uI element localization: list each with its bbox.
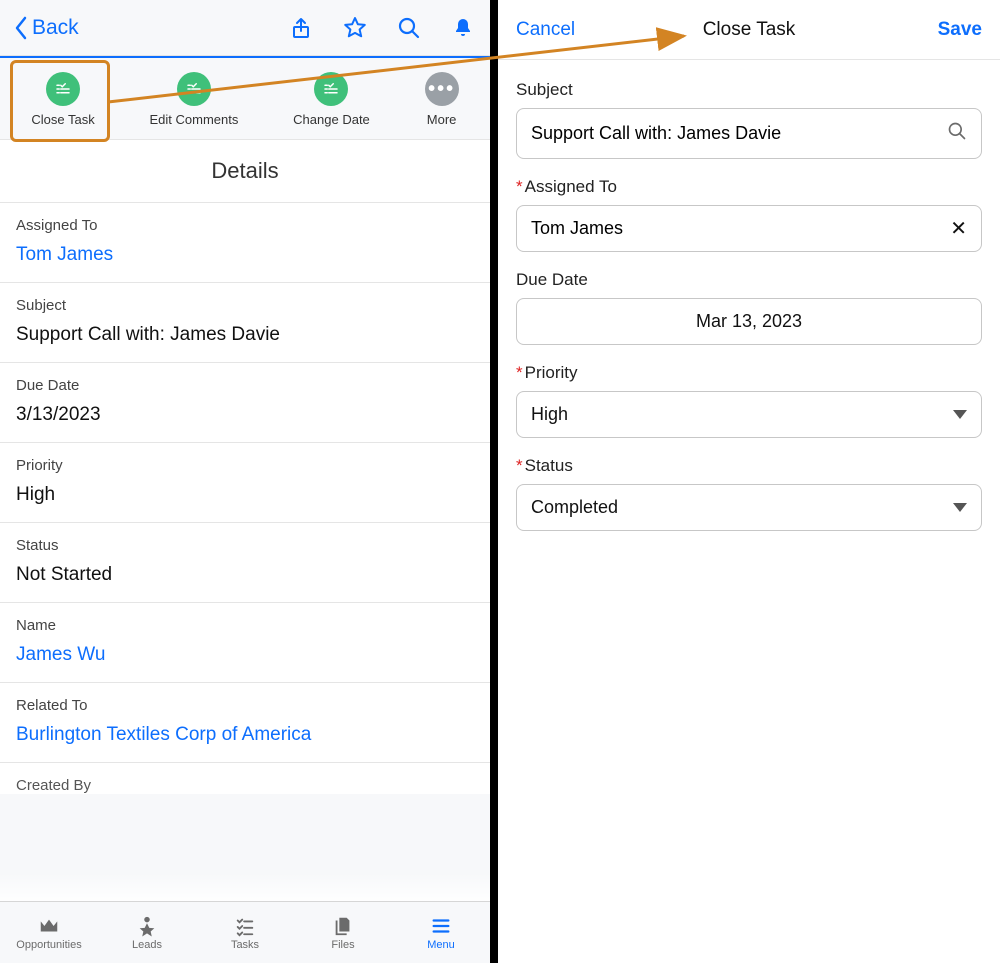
task-check-icon	[46, 72, 80, 106]
assigned-input[interactable]	[531, 218, 950, 239]
form-label: Due Date	[516, 270, 982, 290]
more-dots-icon: •••	[425, 72, 459, 106]
cancel-button[interactable]: Cancel	[516, 19, 575, 41]
back-label: Back	[32, 16, 79, 40]
field-name: Name James Wu	[0, 603, 490, 683]
fade-overlay	[0, 873, 490, 903]
field-created-by-cutoff: Created By	[0, 763, 490, 794]
form-label: Subject	[516, 80, 982, 100]
form-label: *Priority	[516, 363, 982, 383]
subject-input[interactable]	[531, 123, 947, 144]
task-check-icon	[314, 72, 348, 106]
assigned-lookup[interactable]: ✕	[516, 205, 982, 252]
action-close-task[interactable]: Close Task	[31, 72, 94, 127]
due-date-value: Mar 13, 2023	[696, 311, 802, 332]
save-button[interactable]: Save	[938, 19, 982, 41]
crown-icon	[37, 915, 61, 937]
action-label: Edit Comments	[150, 112, 239, 127]
back-button[interactable]: Back	[14, 16, 79, 40]
search-icon[interactable]	[396, 15, 422, 41]
field-label: Related To	[16, 697, 474, 714]
form-group-subject: Subject	[516, 80, 982, 159]
subject-lookup[interactable]	[516, 108, 982, 159]
tab-label: Leads	[132, 939, 162, 951]
action-label: Close Task	[31, 112, 94, 127]
menu-icon	[429, 915, 453, 937]
priority-value: High	[531, 404, 568, 425]
field-due-date: Due Date 3/13/2023	[0, 363, 490, 443]
clear-icon[interactable]: ✕	[950, 219, 967, 239]
close-task-form: Subject *Assigned To ✕ Due Date Mar 13, …	[498, 60, 1000, 551]
action-edit-comments[interactable]: Edit Comments	[150, 72, 239, 127]
field-value-link[interactable]: Burlington Textiles Corp of America	[16, 724, 474, 746]
nav-icons	[288, 15, 476, 41]
form-label: *Assigned To	[516, 177, 982, 197]
field-label: Subject	[16, 297, 474, 314]
field-status: Status Not Started	[0, 523, 490, 603]
field-priority: Priority High	[0, 443, 490, 523]
field-subject: Subject Support Call with: James Davie	[0, 283, 490, 363]
checklist-icon	[233, 915, 257, 937]
tab-label: Opportunities	[16, 939, 81, 951]
field-related-to: Related To Burlington Textiles Corp of A…	[0, 683, 490, 763]
actions-row: Close Task Edit Comments Change Date •••…	[0, 56, 490, 140]
tab-tasks[interactable]: Tasks	[196, 902, 294, 963]
field-label: Status	[16, 537, 474, 554]
details-panel: Back Close Task	[0, 0, 490, 963]
chevron-down-icon	[953, 410, 967, 419]
panel-divider	[490, 0, 498, 963]
field-value-link[interactable]: James Wu	[16, 644, 474, 666]
nav-header: Back	[0, 0, 490, 56]
tab-leads[interactable]: Leads	[98, 902, 196, 963]
form-group-assigned: *Assigned To ✕	[516, 177, 982, 252]
tab-label: Files	[331, 939, 354, 951]
section-title: Details	[0, 140, 490, 203]
edit-panel: Cancel Close Task Save Subject *Assigned…	[498, 0, 1000, 963]
field-label: Assigned To	[16, 217, 474, 234]
priority-select[interactable]: High	[516, 391, 982, 438]
field-value: Support Call with: James Davie	[16, 324, 474, 346]
bell-icon[interactable]	[450, 15, 476, 41]
tab-opportunities[interactable]: Opportunities	[0, 902, 98, 963]
chevron-left-icon	[14, 16, 28, 40]
form-label: *Status	[516, 456, 982, 476]
field-value-link[interactable]: Tom James	[16, 244, 474, 266]
tab-label: Tasks	[231, 939, 259, 951]
action-label: Change Date	[293, 112, 370, 127]
field-value: 3/13/2023	[16, 404, 474, 426]
share-icon[interactable]	[288, 15, 314, 41]
status-select[interactable]: Completed	[516, 484, 982, 531]
status-value: Completed	[531, 497, 618, 518]
task-check-icon	[177, 72, 211, 106]
tab-files[interactable]: Files	[294, 902, 392, 963]
field-label: Priority	[16, 457, 474, 474]
tab-bar: Opportunities Leads Tasks Files Menu	[0, 901, 490, 963]
field-assigned-to: Assigned To Tom James	[0, 203, 490, 283]
edit-header: Cancel Close Task Save	[498, 0, 1000, 60]
search-icon[interactable]	[947, 121, 967, 146]
star-icon[interactable]	[342, 15, 368, 41]
tab-label: Menu	[427, 939, 455, 951]
action-more[interactable]: ••• More	[425, 72, 459, 127]
action-label: More	[427, 112, 457, 127]
action-change-date[interactable]: Change Date	[293, 72, 370, 127]
form-group-status: *Status Completed	[516, 456, 982, 531]
tab-menu[interactable]: Menu	[392, 902, 490, 963]
field-label: Name	[16, 617, 474, 634]
field-value: Not Started	[16, 564, 474, 586]
chevron-down-icon	[953, 503, 967, 512]
form-group-due-date: Due Date Mar 13, 2023	[516, 270, 982, 345]
field-label: Due Date	[16, 377, 474, 394]
person-star-icon	[135, 915, 159, 937]
form-group-priority: *Priority High	[516, 363, 982, 438]
due-date-picker[interactable]: Mar 13, 2023	[516, 298, 982, 345]
field-value: High	[16, 484, 474, 506]
files-icon	[331, 915, 355, 937]
